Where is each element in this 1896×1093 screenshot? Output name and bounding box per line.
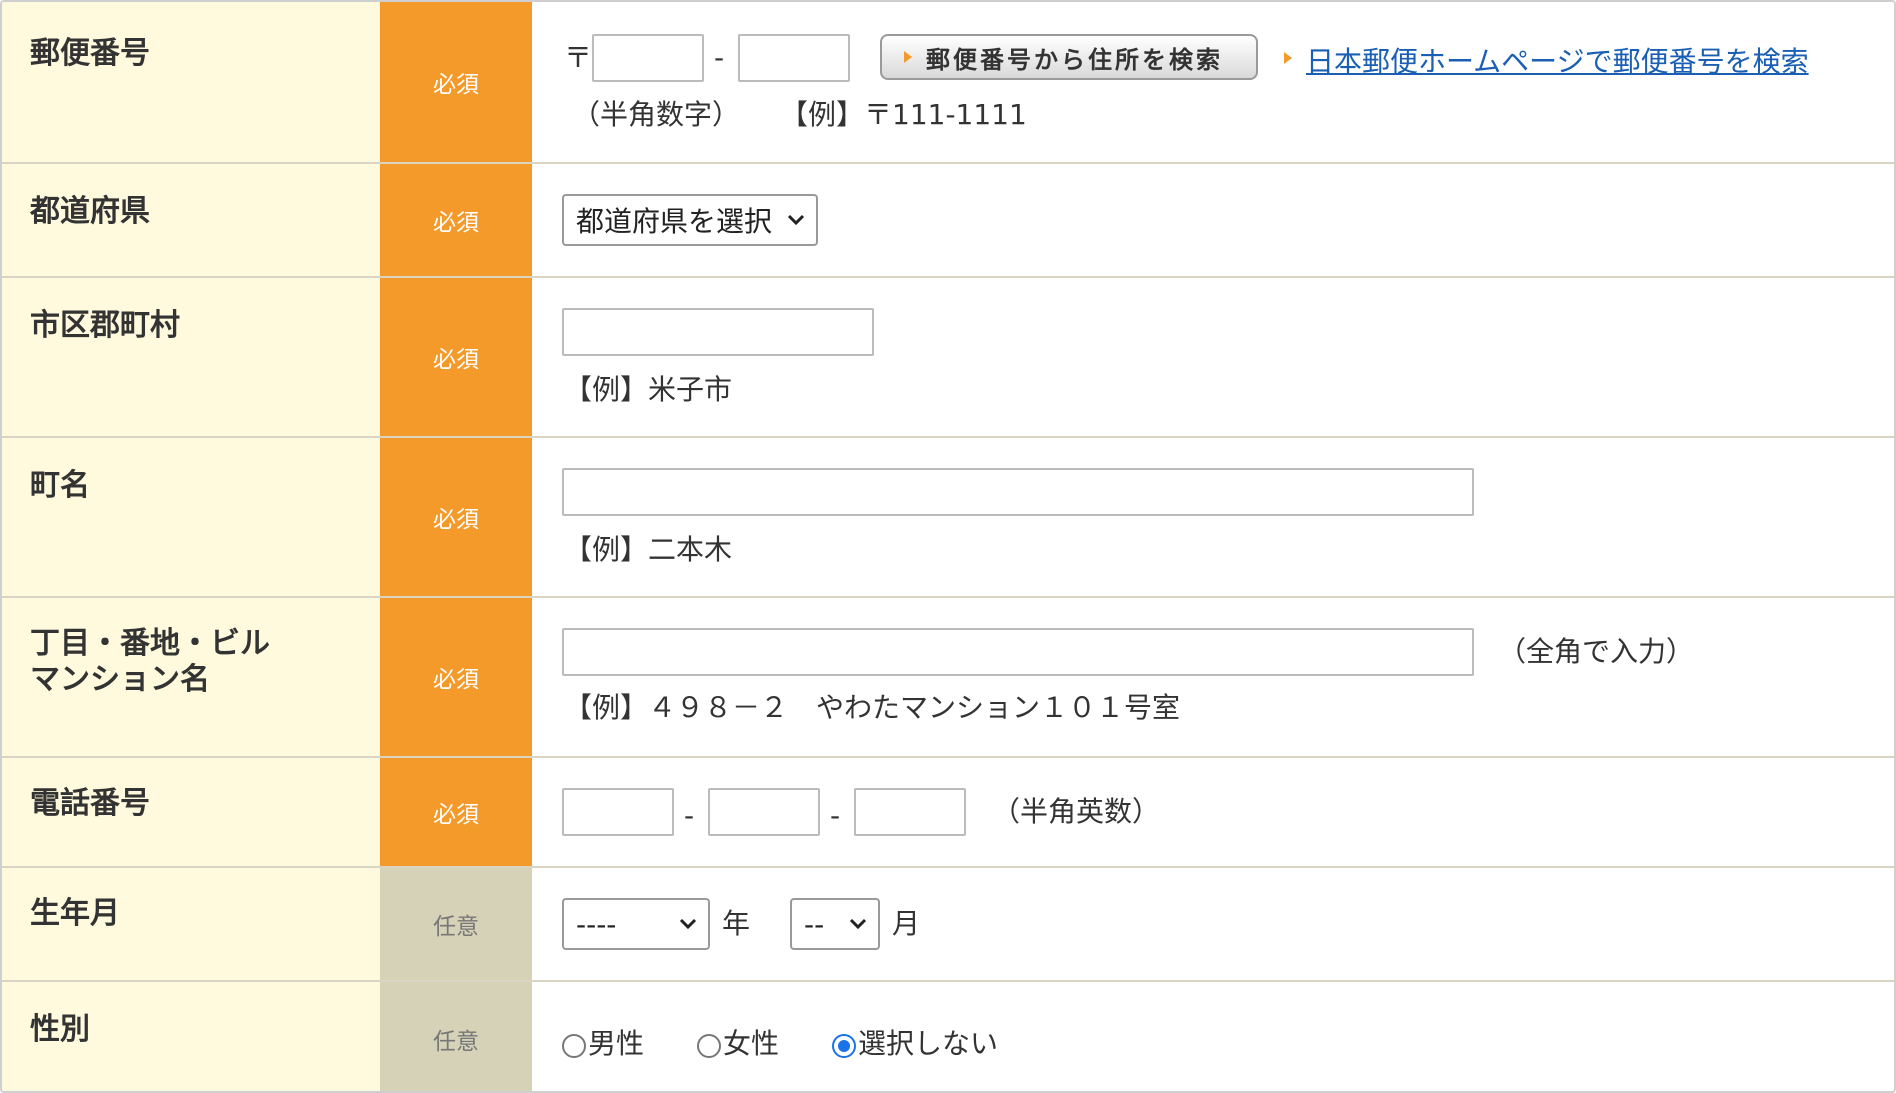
required-badge: 必須 — [380, 598, 532, 756]
postal-code-second-input[interactable] — [738, 34, 850, 82]
phone-dash: - — [830, 799, 841, 832]
gender-unspecified-radio[interactable] — [832, 1034, 856, 1058]
address-example: 【例】４９８－２ やわたマンション１０１号室 — [564, 691, 1181, 724]
gender-female-radio[interactable] — [697, 1034, 721, 1058]
arrow-right-icon — [1284, 52, 1292, 64]
phone-note: （半角英数） — [992, 795, 1161, 828]
address-label-line2: マンション名 — [30, 662, 210, 697]
birth-content: ---- 年 -- 月 — [532, 868, 1894, 980]
birth-month-value: -- — [804, 907, 825, 941]
address-content: （全角で入力） 【例】４９８－２ やわたマンション１０１号室 — [532, 598, 1894, 756]
town-content: 【例】二本木 — [532, 438, 1894, 596]
optional-badge: 任意 — [380, 868, 532, 980]
gender-male-radio[interactable] — [562, 1034, 586, 1058]
birth-year-value: ---- — [576, 907, 617, 941]
required-badge: 必須 — [380, 164, 532, 276]
gender-unspecified-label[interactable]: 選択しない — [858, 1026, 998, 1062]
chevron-down-icon — [849, 918, 867, 930]
birth-month-unit: 月 — [892, 907, 921, 940]
gender-content: 男性 女性 選択しない — [532, 982, 1894, 1091]
birth-month-select[interactable]: -- — [790, 898, 880, 950]
phone-label: 電話番号 — [2, 758, 380, 866]
town-input[interactable] — [562, 468, 1474, 516]
address-label: 丁目・番地・ビル マンション名 — [2, 598, 380, 756]
chevron-down-icon — [787, 214, 805, 226]
city-row: 市区郡町村 必須 【例】米子市 — [2, 278, 1894, 438]
postal-label: 郵便番号 — [2, 2, 380, 162]
postal-dash: - — [714, 41, 725, 74]
gender-row: 性別 任意 男性 女性 選択しない — [2, 982, 1894, 1091]
gender-female-label[interactable]: 女性 — [723, 1026, 779, 1062]
city-label: 市区郡町村 — [2, 278, 380, 436]
town-example: 【例】二本木 — [564, 533, 733, 566]
postal-example: 【例】〒111-1111 — [780, 98, 1027, 131]
phone-second-input[interactable] — [708, 788, 820, 836]
address-note: （全角で入力） — [1498, 635, 1695, 668]
birth-year-unit: 年 — [722, 907, 751, 940]
phone-first-input[interactable] — [562, 788, 674, 836]
required-badge: 必須 — [380, 758, 532, 866]
chevron-down-icon — [679, 918, 697, 930]
address-input[interactable] — [562, 628, 1474, 676]
gender-male-label[interactable]: 男性 — [588, 1026, 644, 1062]
required-badge: 必須 — [380, 438, 532, 596]
jp-post-search-link[interactable]: 日本郵便ホームページで郵便番号を検索 — [1306, 40, 1809, 80]
city-example: 【例】米子市 — [564, 373, 733, 406]
phone-dash: - — [684, 799, 695, 832]
prefecture-select[interactable]: 都道府県を選択 — [562, 194, 818, 246]
postal-code-first-input[interactable] — [592, 34, 704, 82]
city-content: 【例】米子市 — [532, 278, 1894, 436]
postal-search-button[interactable]: 郵便番号から住所を検索 — [880, 34, 1258, 80]
birth-row: 生年月 任意 ---- 年 -- 月 — [2, 868, 1894, 982]
phone-third-input[interactable] — [854, 788, 966, 836]
town-row: 町名 必須 【例】二本木 — [2, 438, 1894, 598]
required-badge: 必須 — [380, 278, 532, 436]
postal-mark: 〒 — [564, 41, 593, 74]
gender-label: 性別 — [2, 982, 380, 1091]
postal-note: （半角数字） — [572, 98, 741, 131]
prefecture-row: 都道府県 必須 都道府県を選択 — [2, 164, 1894, 278]
birth-label: 生年月 — [2, 868, 380, 980]
postal-search-button-label: 郵便番号から住所を検索 — [926, 45, 1223, 74]
phone-row: 電話番号 必須 - - （半角英数） — [2, 758, 1894, 868]
postal-row: 郵便番号 必須 〒 - 郵便番号から住所を検索 日本郵便ホームページで郵便番号を… — [2, 2, 1894, 164]
city-input[interactable] — [562, 308, 874, 356]
town-label: 町名 — [2, 438, 380, 596]
arrow-right-icon — [904, 51, 912, 63]
optional-badge: 任意 — [380, 982, 532, 1091]
postal-content: 〒 - 郵便番号から住所を検索 日本郵便ホームページで郵便番号を検索 （半角数字… — [532, 2, 1894, 162]
address-form: 郵便番号 必須 〒 - 郵便番号から住所を検索 日本郵便ホームページで郵便番号を… — [0, 0, 1896, 1093]
prefecture-select-value: 都道府県を選択 — [576, 205, 773, 238]
required-badge: 必須 — [380, 2, 532, 162]
prefecture-content: 都道府県を選択 — [532, 164, 1894, 276]
phone-content: - - （半角英数） — [532, 758, 1894, 866]
address-row: 丁目・番地・ビル マンション名 必須 （全角で入力） 【例】４９８－２ やわたマ… — [2, 598, 1894, 758]
prefecture-label: 都道府県 — [2, 164, 380, 276]
birth-year-select[interactable]: ---- — [562, 898, 710, 950]
address-label-line1: 丁目・番地・ビル — [30, 626, 270, 661]
